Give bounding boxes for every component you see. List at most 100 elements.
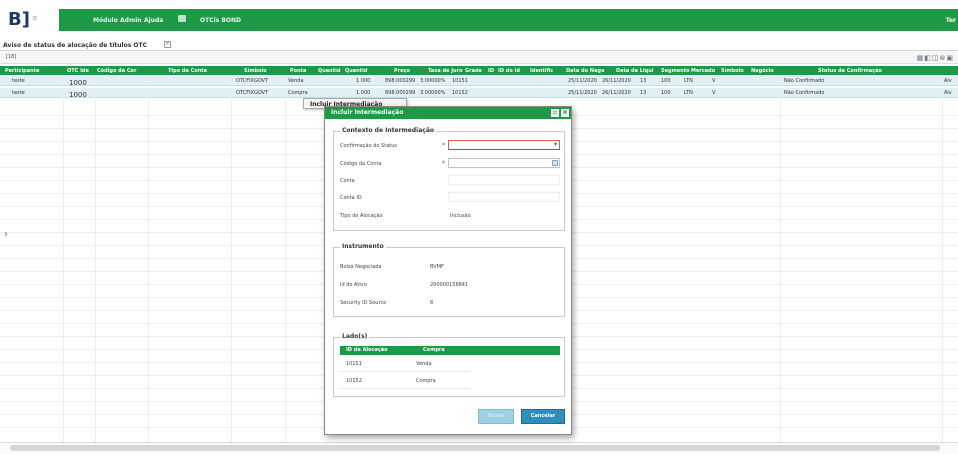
grid-column-line: [95, 75, 96, 445]
conta-id-field: [448, 192, 560, 202]
nav-admin[interactable]: Admin: [120, 17, 142, 24]
lookup-icon[interactable]: [552, 160, 558, 166]
security-source-label: Security ID Source: [340, 300, 387, 306]
col-codigo-conta[interactable]: Código da Cor: [97, 68, 136, 74]
user-menu[interactable]: Ter: [946, 17, 956, 24]
col-segmento[interactable]: Segmento: [661, 68, 690, 74]
menu-icon[interactable]: ≡: [32, 14, 38, 22]
cell-mercado: 100: [661, 90, 671, 96]
cell-simbolo: OTCFIXGOVT: [236, 90, 269, 96]
lado-tipo: Compra: [416, 378, 436, 384]
record-count: [18]: [6, 54, 17, 60]
main-nav-bar: [59, 9, 958, 31]
grid-column-line: [780, 75, 781, 445]
cell-simbolo-2: LTN: [684, 90, 693, 96]
cell-negocio: V: [712, 90, 716, 96]
nav-ajuda[interactable]: Ajuda: [144, 17, 163, 24]
col-quantidade[interactable]: Quantid: [318, 68, 340, 74]
nav-otc-bond[interactable]: OTCis BOND: [200, 17, 241, 24]
conta-id-label: Conta ID: [340, 195, 362, 201]
col-simbolo[interactable]: Símbolo: [244, 68, 267, 74]
col-participante[interactable]: Participante: [5, 68, 39, 74]
grid-column-line: [285, 75, 286, 445]
lados-legend: Lado(s): [340, 333, 370, 340]
cell-data-liquidacao: 26/11/2020: [602, 78, 631, 84]
col-data-liquidacao[interactable]: Data da Liqui: [616, 68, 653, 74]
dialog-title: Incluir Intermediação: [331, 109, 404, 116]
cell-preco: 898.000299: [385, 78, 416, 84]
col-id-alocacao[interactable]: ID de Alocação: [346, 347, 388, 353]
fechar-button[interactable]: Fechar: [478, 409, 514, 424]
contexto-legend: Contexto de Intermediação: [340, 127, 436, 134]
cell-taxa: 3.00000%: [420, 78, 446, 84]
col-id-do-id[interactable]: ID do Id: [498, 68, 520, 74]
col-simbolo-2[interactable]: Símbolo: [721, 68, 744, 74]
cell-preco: 898.000299: [385, 90, 416, 96]
nav-modulo[interactable]: Módulo: [93, 17, 118, 24]
cell-simbolo: OTCFIXGOVT: [236, 78, 269, 84]
col-otc-id[interactable]: OTC Ide: [67, 68, 89, 74]
chevron-down-icon[interactable]: ▾: [554, 141, 557, 148]
cell-segmento: 13: [640, 78, 647, 84]
cell-quantidade: 1.000: [356, 78, 371, 84]
required-mark: *: [442, 160, 445, 167]
col-preco[interactable]: Preço: [394, 68, 410, 74]
cell-data-negocio: 25/11/2020: [568, 78, 597, 84]
cell-taxa: 3.00000%: [420, 90, 446, 96]
lado-id: 10152: [346, 378, 362, 384]
conta-field: [448, 175, 560, 185]
grid-tools-icon[interactable]: ▦◧◫⊗▣: [917, 54, 954, 62]
scrollbar-thumb[interactable]: [10, 445, 940, 451]
b3-logo[interactable]: B]: [8, 9, 30, 30]
col-ponta[interactable]: Ponta: [290, 68, 306, 74]
lados-fieldset: Lado(s) ID de Alocação Compra 10151 Vend…: [333, 333, 565, 397]
cell-negocio: V: [712, 78, 716, 84]
required-mark: *: [442, 142, 445, 149]
collapse-arrow-icon[interactable]: ›: [4, 229, 8, 240]
grid-column-line: [231, 75, 232, 445]
close-icon[interactable]: ×: [561, 109, 569, 117]
cell-data-negocio: 25/11/2020: [568, 90, 597, 96]
col-quantidade-2[interactable]: Quantid: [345, 68, 367, 74]
incluir-intermediacao-dialog: Incluir Intermediação ▫ × Contexto de In…: [324, 106, 572, 435]
contexto-fieldset: Contexto de Intermediação Confirmação do…: [333, 127, 565, 231]
confirmacao-label: Confirmação do Status: [340, 143, 397, 149]
col-negocio[interactable]: Negócio: [751, 68, 774, 74]
cancelar-button[interactable]: Cancelar: [521, 409, 565, 424]
col-data-negocio[interactable]: Data do Nego: [566, 68, 604, 74]
grid-column-line: [148, 75, 149, 445]
cell-id: 10151: [452, 78, 468, 84]
lado-tipo: Venda: [416, 361, 432, 367]
security-source-value: 8: [430, 300, 434, 306]
tab-close-icon[interactable]: ×: [164, 41, 171, 48]
col-status-confirmacao[interactable]: Status de Confirmação: [818, 68, 882, 74]
col-id[interactable]: ID: [488, 68, 494, 74]
instrumento-legend: Instrumento: [340, 243, 386, 250]
cell-participante: teste: [12, 90, 25, 96]
id-ativo-label: Id do Ativo: [340, 282, 367, 288]
confirmacao-status-select[interactable]: ▾: [448, 140, 560, 150]
cell-ponta: Venda: [288, 78, 304, 84]
col-identificador[interactable]: Identific: [530, 68, 553, 74]
instrumento-fieldset: Instrumento Bolsa Negociada BVMF Id do A…: [333, 243, 565, 317]
col-taxa-juros[interactable]: Taxa de Juro: [428, 68, 463, 74]
lado-id: 10151: [346, 361, 362, 367]
cell-extra: Alv: [944, 78, 952, 84]
maximize-icon[interactable]: ▫: [551, 109, 559, 117]
home-icon[interactable]: [178, 15, 186, 22]
codigo-conta-input[interactable]: [448, 158, 560, 168]
bolsa-value: BVMF: [430, 264, 444, 270]
col-mercado[interactable]: Mercado: [691, 68, 715, 74]
col-grade[interactable]: Grade: [465, 68, 482, 74]
grid-column-line: [63, 75, 64, 445]
cell-quantidade: 1.000: [356, 90, 371, 96]
cell-segmento: 13: [640, 90, 647, 96]
col-tipo-conta[interactable]: Tipo de Conta: [168, 68, 207, 74]
cell-status: Não Confirmado: [784, 78, 825, 84]
codigo-conta-label: Código da Conta: [340, 161, 382, 167]
cell-otc: 1000: [69, 79, 87, 87]
col-compra[interactable]: Compra: [423, 347, 445, 353]
cell-id: 10152: [452, 90, 468, 96]
cell-otc: 1000: [69, 91, 87, 99]
tab-aviso-status[interactable]: Aviso de status de alocação de títulos O…: [3, 42, 147, 49]
